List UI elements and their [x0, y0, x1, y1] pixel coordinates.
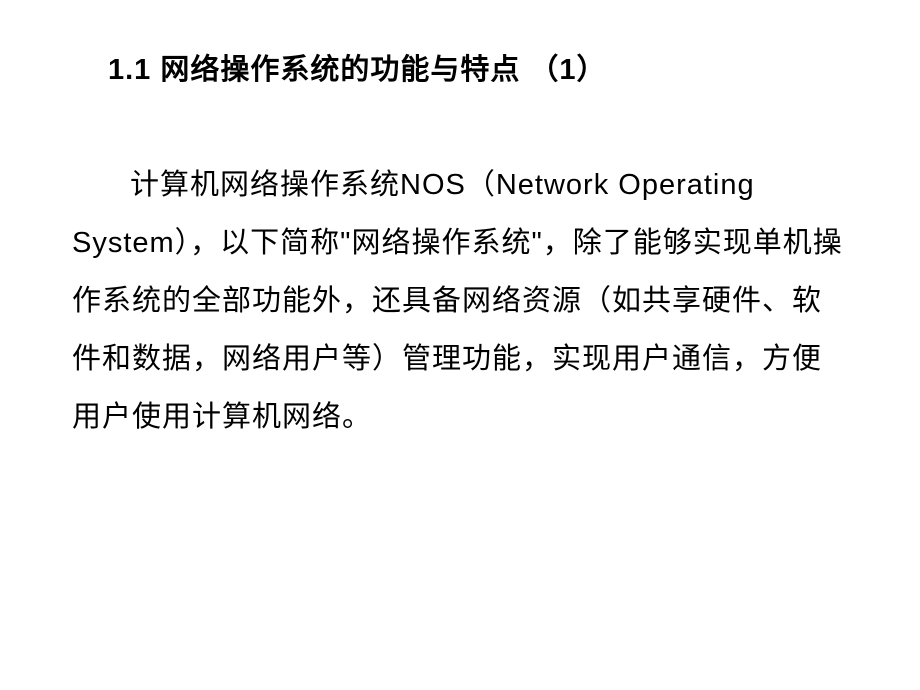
slide-body-text: 计算机网络操作系统NOS（Network Operating System），以… [72, 169, 843, 433]
slide-body: 计算机网络操作系统NOS（Network Operating System），以… [72, 156, 850, 446]
slide-container: 1.1 网络操作系统的功能与特点 （1） 计算机网络操作系统NOS（Networ… [0, 0, 920, 690]
slide-heading: 1.1 网络操作系统的功能与特点 （1） [72, 46, 850, 88]
